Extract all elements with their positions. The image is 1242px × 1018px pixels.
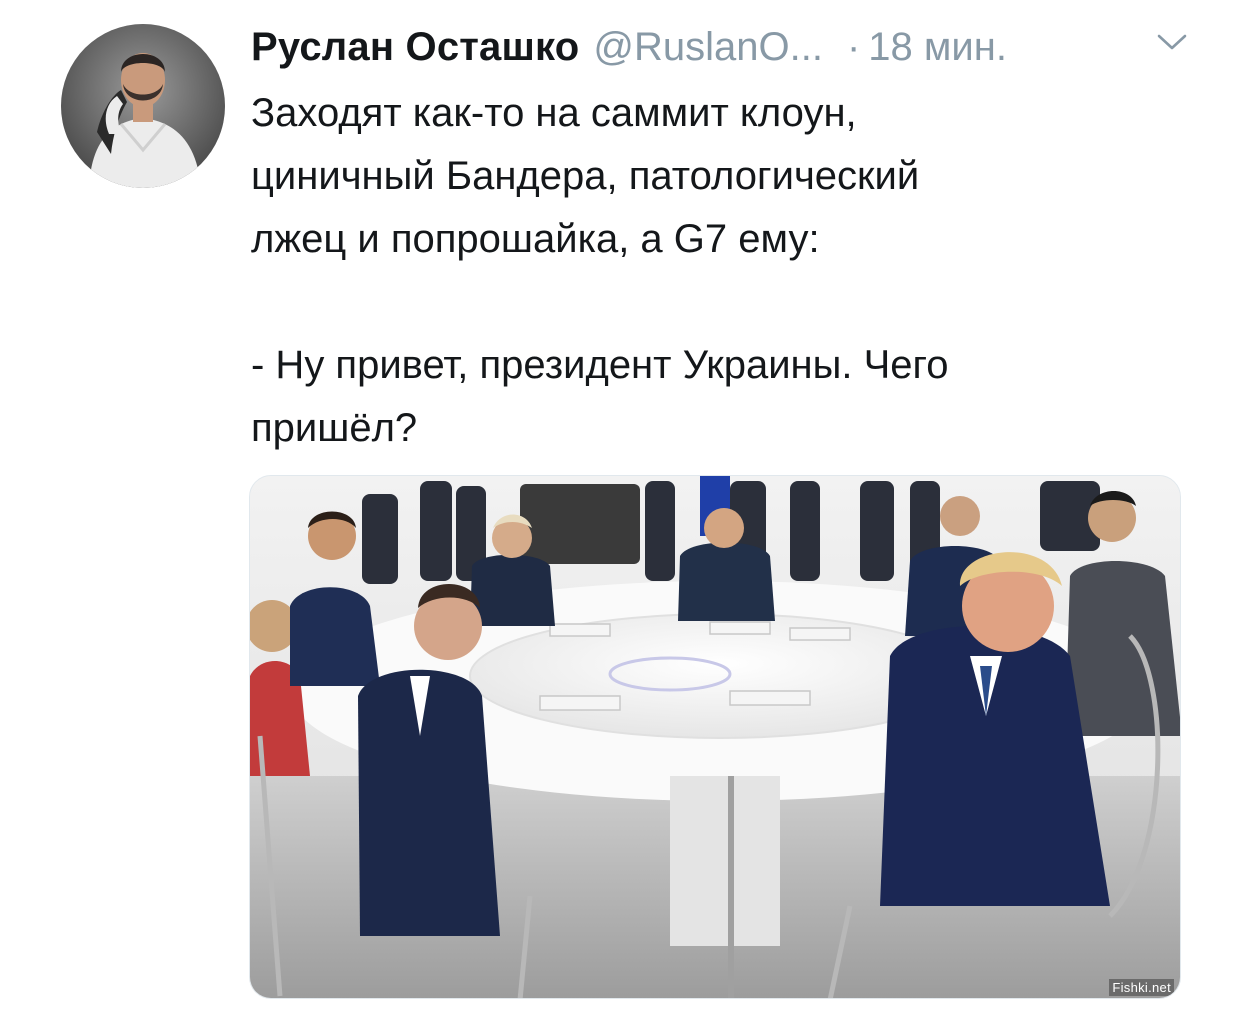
tweet-card[interactable]: Руслан Осташко @RuslanO... · 18 мин. Зах…: [0, 0, 1242, 1018]
timestamp[interactable]: 18 мин.: [868, 25, 1007, 70]
separator-dot: ·: [846, 24, 861, 69]
tweet-media-photo[interactable]: Fishki.net: [249, 475, 1181, 999]
chevron-down-icon[interactable]: [1155, 30, 1189, 54]
watermark: Fishki.net: [1109, 979, 1174, 996]
tweet-text: Заходят как-то на саммит клоун, циничный…: [251, 91, 949, 450]
summit-photo: [250, 476, 1180, 998]
avatar-image: [61, 24, 225, 188]
author-name[interactable]: Руслан Осташко: [251, 25, 579, 70]
author-avatar[interactable]: [61, 24, 225, 188]
author-handle[interactable]: @RuslanO...: [593, 25, 823, 70]
tweet-header: Руслан Осташко @RuslanO... · 18 мин.: [251, 20, 1211, 74]
